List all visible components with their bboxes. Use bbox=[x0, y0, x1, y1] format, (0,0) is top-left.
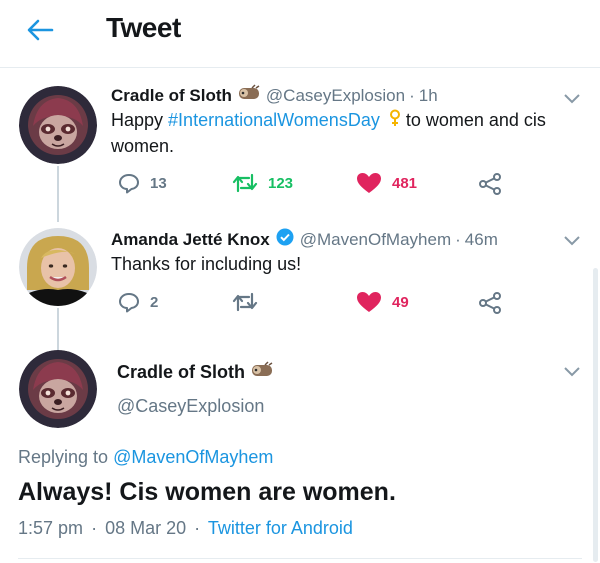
tweet-text: Thanks for including us! bbox=[111, 254, 302, 274]
chevron-down-icon[interactable] bbox=[562, 364, 582, 378]
reply-button[interactable]: 13 bbox=[118, 172, 167, 194]
mention-link[interactable]: @MavenOfMayhem bbox=[113, 447, 273, 467]
retweet-count: 123 bbox=[268, 174, 294, 192]
chevron-down-icon[interactable] bbox=[562, 91, 582, 105]
page-title: Tweet bbox=[106, 12, 181, 43]
reply-count: 2 bbox=[150, 293, 159, 311]
tweet-time: 1:57 pm bbox=[18, 518, 84, 538]
top-bar: Tweet bbox=[0, 0, 600, 68]
hashtag-link[interactable]: #InternationalWomensDay bbox=[168, 110, 380, 130]
replying-to: Replying to @MavenOfMayhem bbox=[18, 447, 274, 467]
client-link[interactable]: Twitter for Android bbox=[208, 518, 353, 538]
sloth-emoji-icon bbox=[251, 361, 273, 384]
tweet-header: Cradle of Sloth @CaseyExplosion · 1h bbox=[111, 84, 438, 107]
reply-button[interactable]: 2 bbox=[118, 291, 158, 313]
avatar[interactable] bbox=[19, 350, 97, 428]
user-handle[interactable]: @CaseyExplosion bbox=[266, 86, 405, 106]
like-count: 49 bbox=[392, 293, 409, 311]
arrow-left-icon bbox=[27, 19, 54, 41]
separator-dot: · bbox=[455, 229, 461, 249]
user-handle[interactable]: @MavenOfMayhem bbox=[300, 230, 451, 250]
tweet-time[interactable]: 46m bbox=[465, 230, 498, 250]
display-name[interactable]: Cradle of Sloth bbox=[117, 361, 273, 384]
share-icon[interactable] bbox=[478, 291, 502, 315]
retweet-button[interactable] bbox=[232, 291, 268, 313]
avatar[interactable] bbox=[19, 228, 97, 306]
reply-count: 13 bbox=[150, 174, 167, 192]
like-button[interactable]: 49 bbox=[356, 291, 409, 313]
chevron-down-icon[interactable] bbox=[562, 233, 582, 247]
display-name[interactable]: Cradle of Sloth bbox=[111, 86, 232, 106]
verified-badge-icon bbox=[276, 228, 294, 251]
separator-dot: · bbox=[409, 85, 415, 105]
like-count: 481 bbox=[392, 174, 418, 192]
separator-dot: · bbox=[91, 518, 98, 538]
heart-filled-icon bbox=[357, 292, 381, 312]
scrollbar[interactable] bbox=[593, 268, 598, 562]
retweet-icon bbox=[232, 292, 258, 312]
divider bbox=[18, 558, 582, 559]
display-name[interactable]: Amanda Jetté Knox bbox=[111, 230, 270, 250]
retweet-icon bbox=[232, 173, 258, 193]
main-tweet-text: Always! Cis women are women. bbox=[18, 478, 396, 506]
separator-dot: · bbox=[194, 518, 201, 538]
tweet-meta: 1:57 pm · 08 Mar 20 · Twitter for Androi… bbox=[18, 518, 353, 539]
user-handle[interactable]: @CaseyExplosion bbox=[117, 396, 264, 417]
reply-icon bbox=[119, 293, 139, 313]
reply-icon bbox=[119, 174, 139, 194]
tweet-time[interactable]: 1h bbox=[419, 86, 438, 106]
tweet-date: 08 Mar 20 bbox=[105, 518, 187, 538]
thread-connector bbox=[57, 166, 59, 222]
retweet-button[interactable]: 123 bbox=[232, 172, 293, 194]
tweet-text: Happy #InternationalWomensDay to women a… bbox=[111, 109, 546, 156]
heart-filled-icon bbox=[357, 173, 381, 193]
share-icon[interactable] bbox=[478, 172, 502, 196]
back-button[interactable] bbox=[22, 12, 58, 48]
female-sign-icon bbox=[389, 109, 401, 134]
avatar[interactable] bbox=[19, 86, 97, 164]
like-button[interactable]: 481 bbox=[356, 172, 417, 194]
tweet-header: Amanda Jetté Knox @MavenOfMayhem · 46m bbox=[111, 228, 498, 251]
thread-connector bbox=[57, 308, 59, 350]
sloth-emoji-icon bbox=[238, 84, 260, 107]
